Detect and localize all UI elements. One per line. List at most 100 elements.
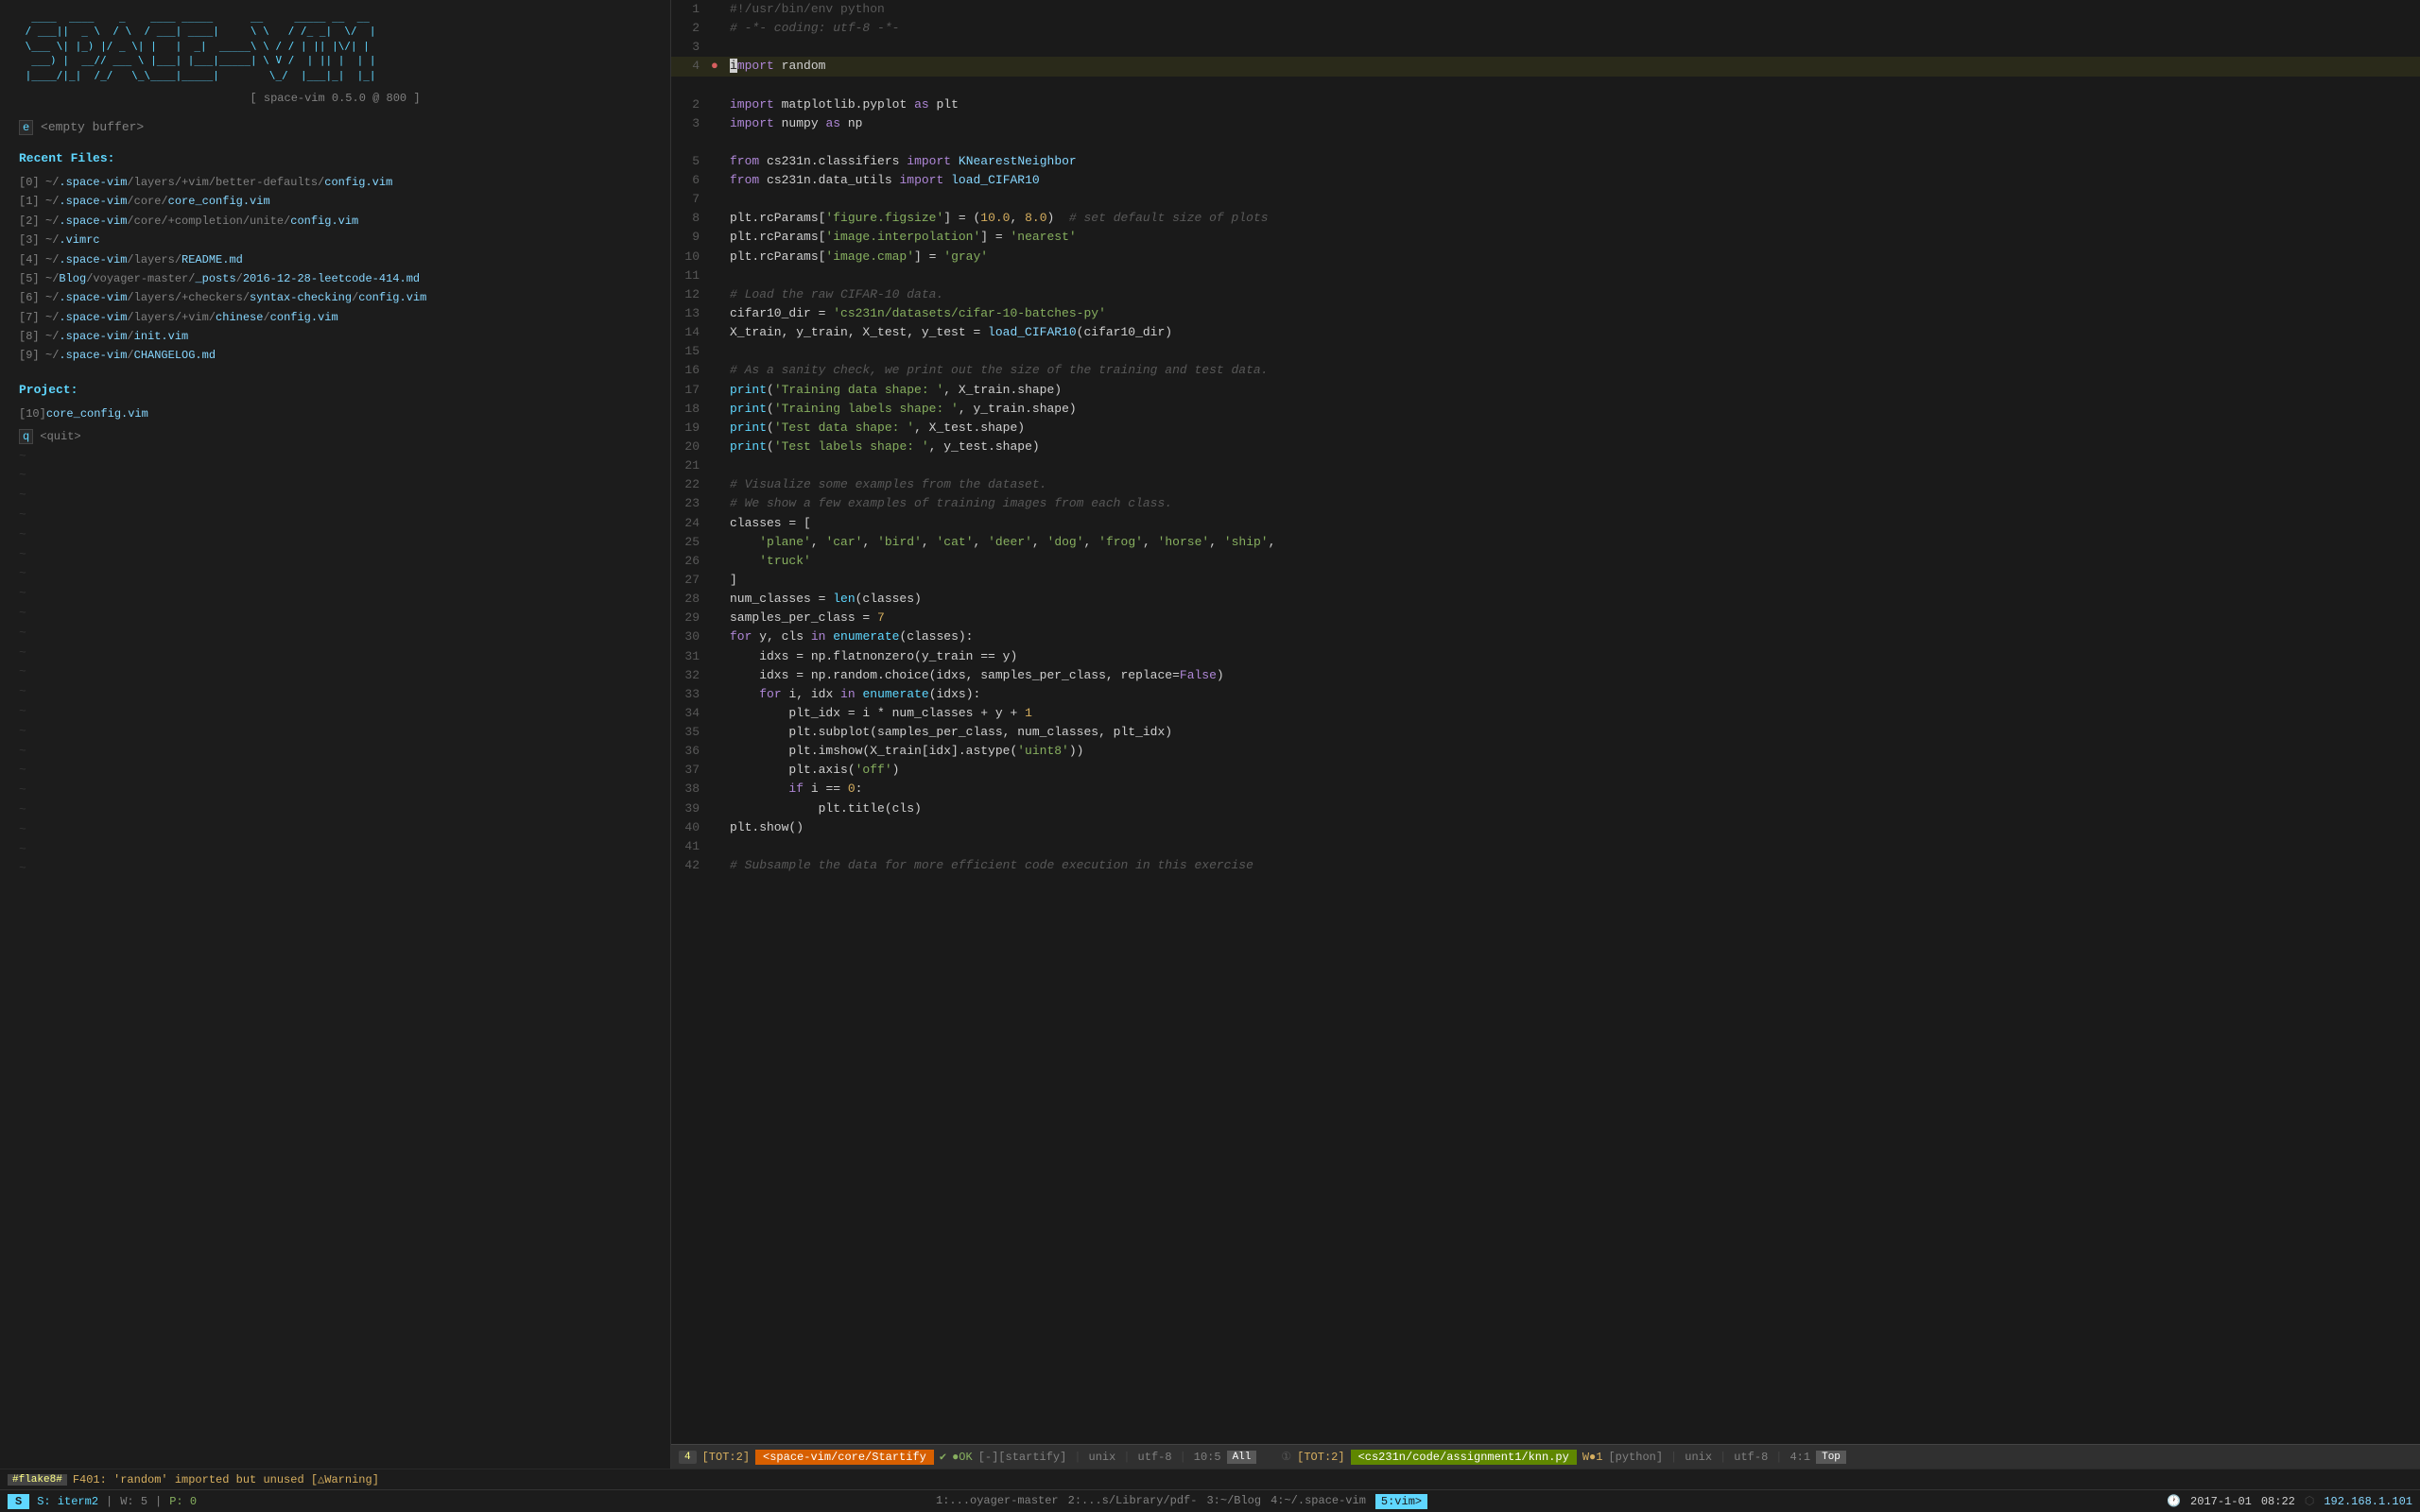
list-item[interactable]: [4] ~/.space-vim/layers/README.md <box>19 250 651 269</box>
code-line <box>671 77 2420 95</box>
left-panel: ____ ____ _ ____ _____ __ _____ __ __ / … <box>0 0 671 1469</box>
ip-address: 192.168.1.101 <box>2324 1495 2412 1508</box>
code-line: 18 print('Training labels shape: ', y_tr… <box>671 400 2420 419</box>
code-line: 32 idxs = np.random.choice(idxs, samples… <box>671 666 2420 685</box>
code-line: 3 import numpy as np <box>671 114 2420 133</box>
code-line: 36 plt.imshow(X_train[idx].astype('uint8… <box>671 742 2420 761</box>
top-badge: Top <box>1816 1451 1846 1464</box>
code-line: 11 <box>671 266 2420 285</box>
buf-num-left: 4 <box>679 1451 697 1464</box>
code-line: 27 ] <box>671 571 2420 590</box>
code-line: 2 import matplotlib.pyplot as plt <box>671 95 2420 114</box>
time: 08:22 <box>2261 1495 2295 1508</box>
vim-version: [ space-vim 0.5.0 @ 800 ] <box>19 92 651 105</box>
warning-text: F401: 'random' imported but unused [△War… <box>73 1472 379 1486</box>
tot-left: [TOT:2] <box>702 1451 750 1464</box>
unix-left: unix <box>1089 1451 1116 1464</box>
code-area: 1 #!/usr/bin/env python 2 # -*- coding: … <box>671 0 2420 1444</box>
code-line: 19 print('Test data shape: ', X_test.sha… <box>671 419 2420 438</box>
code-line: 14 X_train, y_train, X_test, y_test = lo… <box>671 323 2420 342</box>
tab-2[interactable]: 2:...s/Library/pdf- <box>1068 1494 1198 1509</box>
code-line: 21 <box>671 456 2420 475</box>
enc-right: utf-8 <box>1734 1451 1768 1464</box>
list-item[interactable]: [5] ~/Blog/voyager-master/_posts/2016-12… <box>19 269 651 288</box>
all-badge: All <box>1227 1451 1257 1464</box>
date: 2017-1-01 <box>2190 1495 2252 1508</box>
project-title: Project: <box>19 383 651 397</box>
list-item[interactable]: [2] ~/.space-vim/core/+completion/unite/… <box>19 212 651 231</box>
session-label: S: iterm2 <box>37 1495 98 1508</box>
list-item[interactable]: [0] ~/.space-vim/layers/+vim/better-defa… <box>19 173 651 192</box>
sep2: | <box>155 1495 162 1508</box>
code-line: 5 from cs231n.classifiers import KNeares… <box>671 152 2420 171</box>
code-line: 26 'truck' <box>671 552 2420 571</box>
code-line: 2 # -*- coding: utf-8 -*- <box>671 19 2420 38</box>
code-line: 10 plt.rcParams['image.cmap'] = 'gray' <box>671 248 2420 266</box>
quit-line: q <quit> <box>19 427 651 446</box>
file-left: <space-vim/core/Startify <box>755 1450 934 1465</box>
code-line: 23 # We show a few examples of training … <box>671 494 2420 513</box>
pos-left: 10:5 <box>1194 1451 1221 1464</box>
code-line: 37 plt.axis('off') <box>671 761 2420 780</box>
status-bar-right: 4 [TOT:2] <space-vim/core/Startify ✔ ●OK… <box>671 1444 2420 1469</box>
code-line: 42 # Subsample the data for more efficie… <box>671 856 2420 875</box>
file-right: <cs231n/code/assignment1/knn.py <box>1351 1450 1577 1465</box>
tilde-lines: ~~~~~~~~~~~~~~~~~~~~~~ <box>19 447 651 880</box>
code-line: 34 plt_idx = i * num_classes + y + 1 <box>671 704 2420 723</box>
code-line: 41 <box>671 837 2420 856</box>
list-item[interactable]: [3] ~/.vimrc <box>19 231 651 249</box>
code-line: 24 classes = [ <box>671 514 2420 533</box>
network-icon: ⬡ <box>2305 1494 2314 1508</box>
tab-4[interactable]: 4:~/.space-vim <box>1270 1494 1366 1509</box>
pos-right: 4:1 <box>1789 1451 1810 1464</box>
list-item[interactable]: [7] ~/.space-vim/layers/+vim/chinese/con… <box>19 308 651 327</box>
warning-bar: #flake8# F401: 'random' imported but unu… <box>0 1469 2420 1489</box>
w-count: W: 5 <box>120 1495 147 1508</box>
w-dot: W●1 <box>1582 1451 1603 1464</box>
flake8-num: #flake8# <box>8 1474 67 1486</box>
p-count: P: 0 <box>169 1495 197 1508</box>
project-file[interactable]: [10] core_config.vim <box>19 404 651 423</box>
code-line: 1 #!/usr/bin/env python <box>671 0 2420 19</box>
list-item[interactable]: [1] ~/.space-vim/core/core_config.vim <box>19 192 651 211</box>
tot-right: [TOT:2] <box>1297 1451 1344 1464</box>
code-line: 25 'plane', 'car', 'bird', 'cat', 'deer'… <box>671 533 2420 552</box>
code-line: 29 samples_per_class = 7 <box>671 609 2420 627</box>
tab-bar: 1:...oyager-master 2:...s/Library/pdf- 3… <box>936 1494 1427 1509</box>
buf-num-right: ① <box>1281 1450 1291 1464</box>
list-item[interactable]: [6] ~/.space-vim/layers/+checkers/syntax… <box>19 288 651 307</box>
code-line: 9 plt.rcParams['image.interpolation'] = … <box>671 228 2420 247</box>
code-line: 13 cifar10_dir = 'cs231n/datasets/cifar-… <box>671 304 2420 323</box>
clock-icon: 🕐 <box>2167 1494 2181 1508</box>
mode-indicator: S <box>8 1494 29 1509</box>
right-panel: 1 #!/usr/bin/env python 2 # -*- coding: … <box>671 0 2420 1469</box>
list-item[interactable]: [9] ~/.space-vim/CHANGELOG.md <box>19 346 651 365</box>
code-line: 40 plt.show() <box>671 818 2420 837</box>
tab-1[interactable]: 1:...oyager-master <box>936 1494 1059 1509</box>
empty-buffer-line: e <empty buffer> <box>19 120 651 134</box>
code-line: 12 # Load the raw CIFAR-10 data. <box>671 285 2420 304</box>
code-line: 3 <box>671 38 2420 57</box>
check-mark: ✔ <box>940 1450 946 1464</box>
bottom-bar: S S: iterm2 | W: 5 | P: 0 1:...oyager-ma… <box>0 1489 2420 1512</box>
ascii-logo: ____ ____ _ ____ _____ __ _____ __ __ / … <box>19 9 651 82</box>
code-line: 28 num_classes = len(classes) <box>671 590 2420 609</box>
code-line: 7 <box>671 190 2420 209</box>
recent-files-title: Recent Files: <box>19 151 651 165</box>
unix-right: unix <box>1685 1451 1712 1464</box>
ok-mark: ●OK <box>952 1451 973 1464</box>
list-item[interactable]: [8] ~/.space-vim/init.vim <box>19 327 651 346</box>
python-bracket: [python] <box>1608 1451 1663 1464</box>
tab-5[interactable]: 5:vim> <box>1375 1494 1427 1509</box>
sep1: | <box>106 1495 112 1508</box>
empty-buffer-key[interactable]: e <box>19 120 33 135</box>
enc-left: utf-8 <box>1138 1451 1172 1464</box>
code-line: 30 for y, cls in enumerate(classes): <box>671 627 2420 646</box>
empty-buffer-label: <empty buffer> <box>41 120 144 134</box>
code-line: 16 # As a sanity check, we print out the… <box>671 361 2420 380</box>
code-line: 8 plt.rcParams['figure.figsize'] = (10.0… <box>671 209 2420 228</box>
tab-3[interactable]: 3:~/Blog <box>1206 1494 1261 1509</box>
code-line: 31 idxs = np.flatnonzero(y_train == y) <box>671 647 2420 666</box>
code-line: 22 # Visualize some examples from the da… <box>671 475 2420 494</box>
code-line: 6 from cs231n.data_utils import load_CIF… <box>671 171 2420 190</box>
